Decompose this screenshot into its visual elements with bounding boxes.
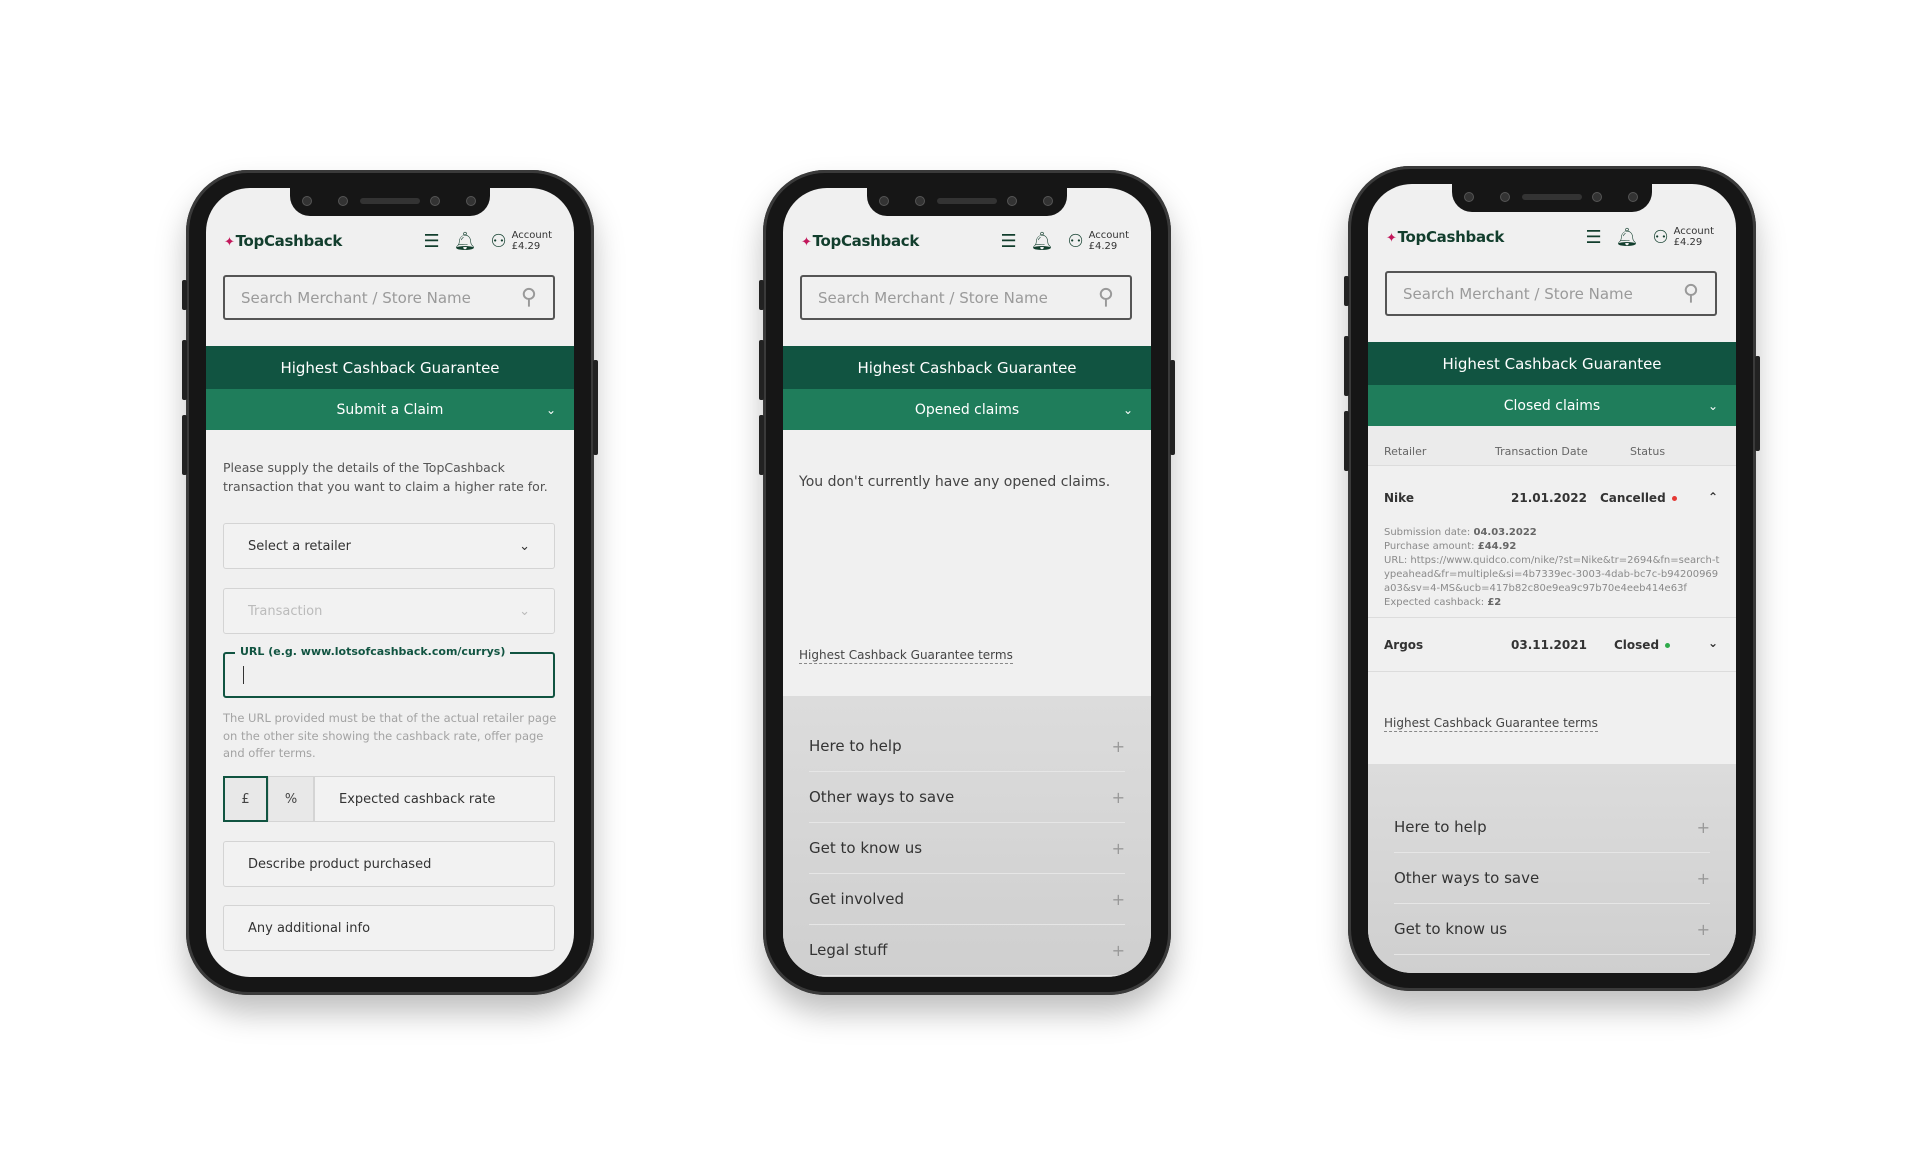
bell-icon[interactable]: 🔔︎: [1031, 231, 1054, 252]
phone-opened-claims: ✦TopCashback ☰ 🔔︎ ⚇ Account £4.29 Search Mer…: [759, 170, 1175, 995]
status-dot-red: [1671, 496, 1677, 501]
chevron-down-icon: ⌄: [1707, 398, 1718, 413]
screen: ✦TopCashback ☰ 🔔︎ ⚇ Account £4.29 Search Mer…: [1368, 184, 1736, 973]
logo[interactable]: ✦TopCashback: [1386, 228, 1504, 246]
page-title: Highest Cashback Guarantee: [783, 346, 1151, 389]
table-row[interactable]: Argos 03.11.2021 Closed ⌄: [1368, 618, 1736, 672]
table-row[interactable]: Nike 21.01.2022 Cancelled ⌃ Submission d…: [1368, 466, 1736, 618]
search-icon[interactable]: ⚲: [1098, 285, 1114, 310]
logo[interactable]: ✦TopCashback: [801, 232, 919, 250]
chevron-down-icon: ⌄: [1122, 402, 1133, 417]
account-button[interactable]: ⚇ Account £4.29: [490, 230, 552, 252]
transaction-select[interactable]: Transaction ⌄: [223, 588, 555, 634]
chevron-up-icon[interactable]: ⌃: [1708, 490, 1718, 504]
chevron-down-icon: ⌄: [519, 603, 530, 619]
screen: ✦TopCashback ☰ 🔔︎ ⚇ Account £4.29 Search Mer…: [783, 188, 1151, 977]
user-icon: ⚇: [1652, 226, 1669, 248]
section-dropdown[interactable]: Closed claims ⌄: [1368, 385, 1736, 426]
hummingbird-icon: ✦: [224, 235, 235, 250]
search-icon[interactable]: ⚲: [521, 285, 537, 310]
search-input[interactable]: Search Merchant / Store Name ⚲: [1385, 271, 1717, 316]
url-hint: The URL provided must be that of the act…: [223, 711, 557, 760]
search-input[interactable]: Search Merchant / Store Name ⚲: [800, 275, 1132, 320]
column-header: Retailer: [1384, 445, 1427, 458]
footer-item[interactable]: Other ways to save +: [1394, 853, 1710, 904]
terms-link[interactable]: Highest Cashback Guarantee terms: [799, 648, 1013, 664]
app-header: ✦TopCashback ☰ 🔔︎ ⚇ Account £4.29: [1368, 222, 1736, 262]
status-dot-green: [1665, 643, 1671, 648]
chevron-down-icon: ⌄: [519, 538, 530, 554]
additional-info-input[interactable]: Any additional info: [223, 905, 555, 951]
claim-details: Submission date: 04.03.2022 Purchase amo…: [1384, 527, 1720, 608]
chevron-down-icon: ⌄: [545, 402, 556, 417]
percent-toggle[interactable]: %: [268, 776, 314, 822]
footer-item[interactable]: Here to help +: [809, 721, 1125, 772]
account-button[interactable]: ⚇ Account £4.29: [1652, 226, 1714, 248]
menu-icon[interactable]: ☰: [1000, 231, 1016, 252]
plus-icon: +: [1696, 919, 1710, 939]
user-icon: ⚇: [1067, 230, 1084, 252]
page-title: Highest Cashback Guarantee: [1368, 342, 1736, 385]
phone-closed-claims: ✦TopCashback ☰ 🔔︎ ⚇ Account £4.29 Search Mer…: [1344, 166, 1760, 991]
screen: ✦TopCashback ☰ 🔔︎ ⚇ Account £4.29 Search Mer…: [206, 188, 574, 977]
plus-icon: +: [1111, 838, 1125, 858]
menu-icon[interactable]: ☰: [1585, 227, 1601, 248]
menu-icon[interactable]: ☰: [423, 231, 439, 252]
plus-icon: +: [1111, 889, 1125, 909]
bell-icon[interactable]: 🔔︎: [454, 231, 477, 252]
hummingbird-icon: ✦: [801, 235, 812, 250]
bell-icon[interactable]: 🔔︎: [1616, 227, 1639, 248]
hummingbird-icon: ✦: [1386, 231, 1397, 246]
plus-icon: +: [1111, 736, 1125, 756]
search-input[interactable]: Search Merchant / Store Name ⚲: [223, 275, 555, 320]
phone-submit-claim: ✦TopCashback ☰ 🔔︎ ⚇ Account £4.29 Search Mer…: [182, 170, 598, 995]
pound-toggle[interactable]: £: [223, 776, 268, 822]
footer: Here to help + Other ways to save + Get to…: [1368, 764, 1736, 973]
url-field[interactable]: URL (e.g. www.lotsofcashback.com/currys): [223, 645, 555, 698]
search-icon[interactable]: ⚲: [1683, 281, 1699, 306]
empty-message: You don't currently have any opened clai…: [799, 474, 1111, 490]
intro-text: Please supply the details of the TopCash…: [223, 460, 548, 494]
plus-icon: +: [1696, 868, 1710, 888]
column-header: Transaction Date: [1495, 445, 1588, 458]
retailer-select[interactable]: Select a retailer ⌄: [223, 523, 555, 569]
footer: Here to help + Other ways to save + Get to…: [783, 696, 1151, 977]
footer-item[interactable]: Here to help +: [1394, 802, 1710, 853]
app-header: ✦TopCashback ☰ 🔔︎ ⚇ Account £4.29: [783, 226, 1151, 266]
account-button[interactable]: ⚇ Account £4.29: [1067, 230, 1129, 252]
footer-item[interactable]: Get involved +: [809, 874, 1125, 925]
app-header: ✦TopCashback ☰ 🔔︎ ⚇ Account £4.29: [206, 226, 574, 266]
chevron-down-icon[interactable]: ⌄: [1708, 636, 1718, 650]
plus-icon: +: [1111, 940, 1125, 960]
plus-icon: +: [1111, 787, 1125, 807]
product-input[interactable]: Describe product purchased: [223, 841, 555, 887]
logo[interactable]: ✦TopCashback: [224, 232, 342, 250]
user-icon: ⚇: [490, 230, 507, 252]
footer-item[interactable]: Get to know us +: [809, 823, 1125, 874]
footer-item[interactable]: Get to know us +: [1394, 904, 1710, 955]
footer-item[interactable]: Legal stuff +: [809, 925, 1125, 976]
column-header: Status: [1630, 445, 1666, 458]
footer-item[interactable]: Other ways to save +: [809, 772, 1125, 823]
page-title: Highest Cashback Guarantee: [206, 346, 574, 389]
plus-icon: +: [1696, 817, 1710, 837]
cashback-rate-input[interactable]: Expected cashback rate: [314, 776, 555, 822]
section-dropdown[interactable]: Opened claims ⌄: [783, 389, 1151, 430]
section-dropdown[interactable]: Submit a Claim ⌄: [206, 389, 574, 430]
terms-link[interactable]: Highest Cashback Guarantee terms: [1384, 716, 1598, 732]
